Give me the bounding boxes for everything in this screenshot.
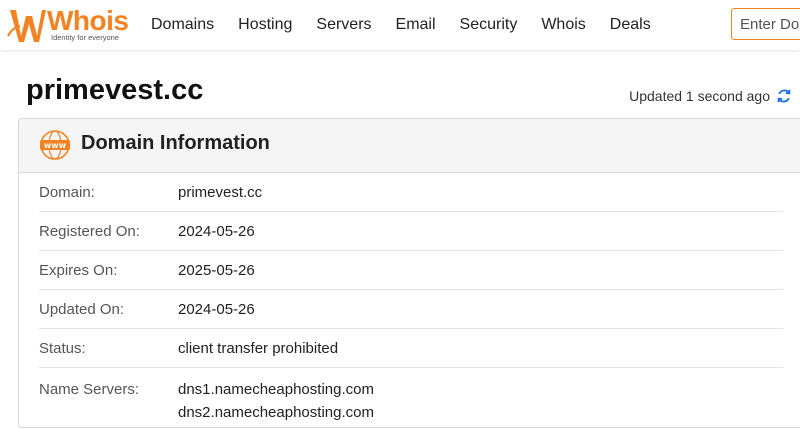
nav-deals[interactable]: Deals [610, 16, 651, 34]
refresh-icon[interactable] [776, 88, 792, 104]
domain-search-input[interactable] [732, 9, 800, 39]
row-label: Updated On: [39, 300, 125, 318]
row-label: Domain: [39, 183, 95, 201]
row-label: Registered On: [39, 222, 140, 240]
site-header: Whois Identity for everyone Domains Host… [0, 0, 800, 50]
row-value: primevest.cc [178, 183, 263, 201]
row-domain: Domain: primevest.cc [39, 173, 783, 212]
name-server-2: dns2.namecheaphosting.com [178, 404, 374, 421]
updated-text: Updated 1 second ago [629, 88, 770, 104]
nav-hosting[interactable]: Hosting [238, 16, 292, 34]
logo-tagline: Identity for everyone [51, 33, 119, 42]
row-status: Status: client transfer prohibited [39, 329, 783, 368]
nav-email[interactable]: Email [396, 16, 436, 34]
globe-www-icon: www [40, 130, 70, 160]
main-nav: Domains Hosting Servers Email Security W… [139, 0, 675, 50]
logo-icon [7, 10, 46, 42]
row-registered-on: Registered On: 2024-05-26 [39, 212, 783, 251]
nav-servers[interactable]: Servers [316, 16, 371, 34]
name-server-list: dns1.namecheaphosting.com dns2.namecheap… [178, 378, 374, 424]
whois-logo[interactable]: Whois Identity for everyone [6, 4, 131, 44]
row-updated-on: Updated On: 2024-05-26 [39, 290, 783, 329]
nav-whois[interactable]: Whois [541, 16, 585, 34]
nav-domains[interactable]: Domains [151, 16, 214, 34]
domain-information-card: www Domain Information Domain: primevest… [18, 118, 800, 428]
row-name-servers: Name Servers: dns1.namecheaphosting.com … [39, 368, 783, 424]
www-icon-text: www [44, 141, 67, 150]
row-label: Expires On: [39, 261, 118, 279]
row-value: 2024-05-26 [178, 300, 255, 318]
page-title: primevest.cc [26, 74, 204, 106]
row-value: 2024-05-26 [178, 222, 255, 240]
nav-security[interactable]: Security [460, 16, 518, 34]
card-header: www Domain Information [19, 119, 800, 173]
domain-search-box [731, 8, 800, 40]
name-server-1: dns1.namecheaphosting.com [178, 381, 374, 398]
row-expires-on: Expires On: 2025-05-26 [39, 251, 783, 290]
row-value: 2025-05-26 [178, 261, 255, 279]
row-label: Status: [39, 339, 86, 357]
updated-status: Updated 1 second ago [629, 88, 792, 104]
row-value: client transfer prohibited [178, 339, 339, 357]
row-label: Name Servers: [39, 381, 140, 398]
card-title: Domain Information [81, 132, 270, 154]
domain-info-rows: Domain: primevest.cc Registered On: 2024… [39, 173, 783, 424]
